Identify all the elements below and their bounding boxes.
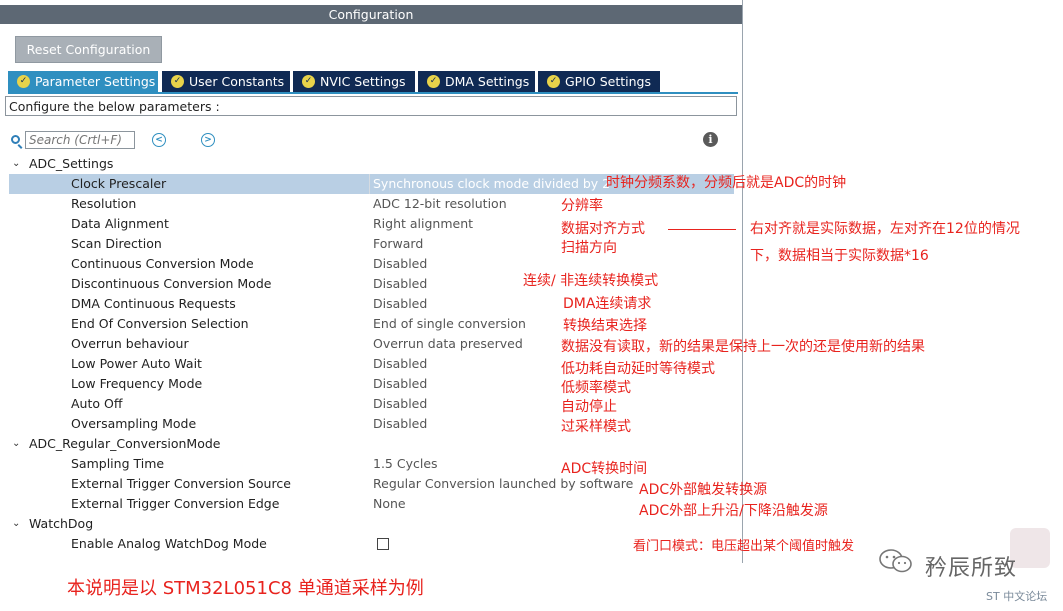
tab-nvic-settings[interactable]: ✓ NVIC Settings — [293, 71, 415, 92]
tab-parameter-settings[interactable]: ✓ Parameter Settings — [8, 71, 158, 92]
check-icon: ✓ — [547, 75, 560, 88]
param-row-analog-watchdog[interactable]: Enable Analog WatchDog Mode — [9, 534, 734, 554]
param-label: End Of Conversion Selection — [71, 316, 249, 331]
annotation-watchdog: 看门口模式：电压超出某个阈值时触发 — [633, 539, 855, 554]
param-row-auto-off[interactable]: Auto Off Disabled — [9, 394, 734, 414]
param-label: Scan Direction — [71, 236, 162, 251]
param-value[interactable]: Synchronous clock mode divided by 2 — [373, 174, 610, 194]
annotation-overrun: 数据没有读取，新的结果是保持上一次的还是使用新的结果 — [561, 339, 925, 355]
param-value[interactable]: Right alignment — [373, 214, 473, 234]
param-label: Clock Prescaler — [71, 176, 167, 191]
annotation-resolution: 分辨率 — [561, 198, 603, 214]
annotation-oversampling: 过采样模式 — [561, 419, 631, 435]
section-watchdog[interactable]: ⌄ WatchDog — [9, 514, 734, 534]
watermark-title: 矜辰所致 — [925, 556, 1018, 581]
chevron-down-icon: ⌄ — [12, 438, 21, 449]
search-icon — [11, 135, 20, 144]
param-value[interactable]: Overrun data preserved — [373, 334, 523, 354]
reset-configuration-button[interactable]: Reset Configuration — [15, 36, 162, 63]
tab-gpio-settings[interactable]: ✓ GPIO Settings — [538, 71, 660, 92]
annotation-dma: DMA连续请求 — [563, 296, 652, 312]
tab-label: GPIO Settings — [565, 74, 651, 89]
param-value[interactable]: ADC 12-bit resolution — [373, 194, 507, 214]
param-value[interactable]: None — [373, 494, 406, 514]
param-label: Low Frequency Mode — [71, 376, 203, 391]
search-input[interactable] — [25, 131, 135, 149]
watermark-subtitle: ST 中文论坛 — [986, 590, 1048, 603]
annotation-eoc: 转换结束选择 — [563, 318, 647, 334]
section-adc-regular-conversion[interactable]: ⌄ ADC_Regular_ConversionMode — [9, 434, 734, 454]
info-icon[interactable]: i — [703, 132, 718, 147]
next-icon[interactable]: > — [201, 133, 215, 147]
previous-icon[interactable]: < — [152, 133, 166, 147]
annotation-alignment-note-2: 下，数据相当于实际数据*16 — [750, 248, 929, 264]
check-icon: ✓ — [302, 75, 315, 88]
annotation-ext-source: ADC外部触发转换源 — [639, 482, 768, 498]
annotation-connector-line — [668, 229, 736, 230]
tab-user-constants[interactable]: ✓ User Constants — [162, 71, 290, 92]
param-value[interactable]: Disabled — [373, 274, 427, 294]
annotation-low-freq: 低频率模式 — [561, 380, 631, 396]
section-adc-settings[interactable]: ⌄ ADC_Settings — [9, 154, 734, 174]
param-value[interactable]: 1.5 Cycles — [373, 454, 438, 474]
param-value[interactable]: Disabled — [373, 354, 427, 374]
chevron-down-icon: ⌄ — [12, 518, 21, 529]
column-divider — [369, 174, 370, 194]
tab-label: NVIC Settings — [320, 74, 406, 89]
param-value[interactable]: Disabled — [373, 254, 427, 274]
param-label: Data Alignment — [71, 216, 169, 231]
tab-underline — [8, 92, 738, 94]
annotation-clock: 时钟分频系数，分频后就是ADC的时钟 — [606, 175, 847, 191]
param-value[interactable]: Disabled — [373, 414, 427, 434]
param-label: Oversampling Mode — [71, 416, 197, 431]
tab-label: Parameter Settings — [35, 74, 156, 89]
param-label: Enable Analog WatchDog Mode — [71, 536, 267, 551]
check-icon: ✓ — [427, 75, 440, 88]
annotation-continuous: 连续/ 非连续转换模式 — [523, 273, 659, 289]
wechat-icon — [879, 549, 912, 573]
chevron-down-icon: ⌄ — [12, 158, 21, 169]
param-value[interactable]: Disabled — [373, 294, 427, 314]
check-icon: ✓ — [17, 75, 30, 88]
tab-label: DMA Settings — [445, 74, 530, 89]
param-label: Sampling Time — [71, 456, 165, 471]
param-value[interactable]: Disabled — [373, 374, 427, 394]
param-label: External Trigger Conversion Edge — [71, 496, 280, 511]
annotation-auto-off: 自动停止 — [561, 399, 617, 415]
annotation-ext-edge: ADC外部上升沿/下降沿触发源 — [639, 503, 828, 519]
annotation-footer: 本说明是以 STM32L051C8 单通道采样为例 — [67, 578, 424, 599]
param-label: Auto Off — [71, 396, 123, 411]
panel-title: Configuration — [0, 5, 742, 24]
param-row-external-trigger-edge[interactable]: External Trigger Conversion Edge None — [9, 494, 734, 514]
tab-label: User Constants — [189, 74, 285, 89]
param-value[interactable]: Forward — [373, 234, 423, 254]
param-label: Overrun behaviour — [71, 336, 189, 351]
param-label: Continuous Conversion Mode — [71, 256, 254, 271]
param-label: Resolution — [71, 196, 137, 211]
annotation-alignment: 数据对齐方式 — [561, 221, 645, 237]
description-field: Configure the below parameters : — [5, 96, 737, 116]
param-row-continuous-conversion[interactable]: Continuous Conversion Mode Disabled — [9, 254, 734, 274]
param-value[interactable]: Disabled — [373, 394, 427, 414]
param-label: External Trigger Conversion Source — [71, 476, 291, 491]
tab-dma-settings[interactable]: ✓ DMA Settings — [418, 71, 535, 92]
annotation-scan: 扫描方向 — [561, 240, 617, 256]
param-value[interactable]: End of single conversion — [373, 314, 526, 334]
param-label: Discontinuous Conversion Mode — [71, 276, 272, 291]
annotation-sampling-time: ADC转换时间 — [561, 461, 648, 477]
check-icon: ✓ — [171, 75, 184, 88]
analog-watchdog-checkbox[interactable] — [377, 538, 389, 550]
param-row-resolution[interactable]: Resolution ADC 12-bit resolution — [9, 194, 734, 214]
annotation-low-power: 低功耗自动延时等待模式 — [561, 361, 715, 377]
param-label: DMA Continuous Requests — [71, 296, 236, 311]
annotation-alignment-note-1: 右对齐就是实际数据，左对齐在12位的情况 — [750, 221, 1020, 237]
param-label: Low Power Auto Wait — [71, 356, 202, 371]
